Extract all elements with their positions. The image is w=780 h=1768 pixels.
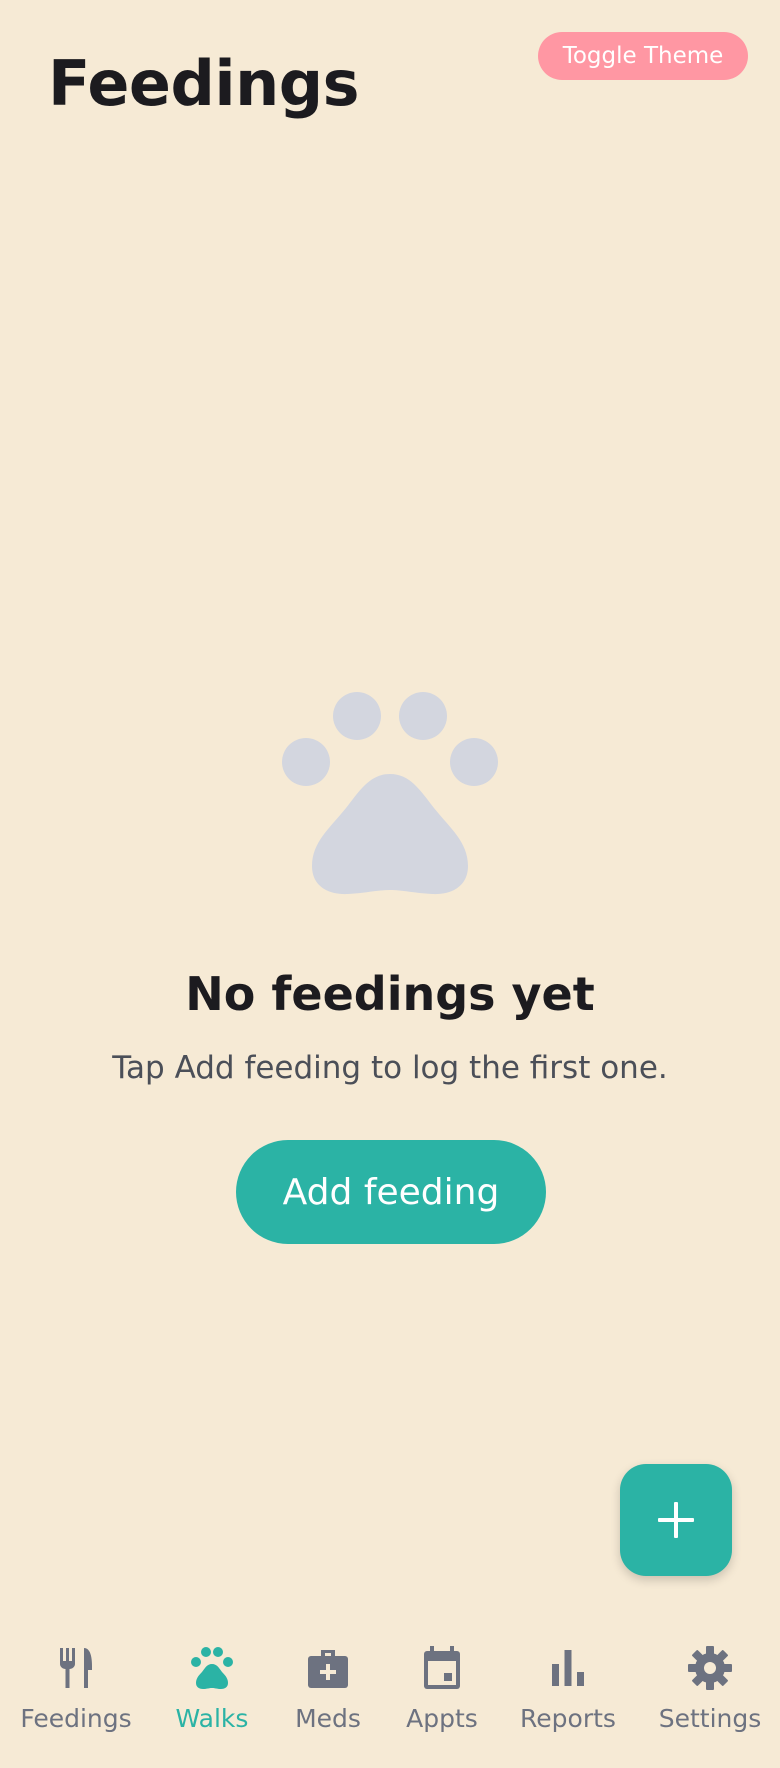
- nav-label-reports: Reports: [520, 1704, 616, 1733]
- nav-label-meds: Meds: [295, 1704, 361, 1733]
- paw-icon: [191, 1647, 233, 1689]
- nav-item-settings[interactable]: Settings: [648, 1624, 772, 1744]
- nav-item-feedings[interactable]: Feedings: [12, 1624, 140, 1744]
- nav-item-appts[interactable]: Appts: [386, 1624, 498, 1744]
- nav-item-meds[interactable]: Meds: [272, 1624, 384, 1744]
- nav-label-appts: Appts: [406, 1704, 478, 1733]
- calendar-icon: [424, 1646, 460, 1689]
- nav-label-settings: Settings: [658, 1704, 762, 1733]
- nav-label-walks: Walks: [175, 1704, 249, 1733]
- nav-item-walks[interactable]: Walks: [148, 1624, 276, 1744]
- empty-state-subtitle: Tap Add feeding to log the first one.: [112, 1050, 668, 1086]
- add-fab-button[interactable]: [620, 1464, 732, 1576]
- bar-chart-icon: [552, 1650, 584, 1686]
- nav-label-feedings: Feedings: [20, 1704, 132, 1733]
- fork-knife-icon: [60, 1648, 92, 1688]
- empty-state-title: No feedings yet: [185, 967, 595, 1021]
- bottom-navigation: Feedings Walks Meds Appts Reports Settin…: [0, 1624, 780, 1768]
- paw-icon: [282, 692, 498, 895]
- plus-icon: [658, 1502, 694, 1538]
- nav-item-reports[interactable]: Reports: [506, 1624, 630, 1744]
- page-title: Feedings: [48, 47, 360, 120]
- empty-state: [0, 690, 780, 900]
- add-feeding-button[interactable]: Add feeding: [236, 1140, 546, 1244]
- medical-kit-icon: [308, 1650, 348, 1688]
- toggle-theme-button[interactable]: Toggle Theme: [538, 32, 748, 80]
- gear-icon: [688, 1646, 732, 1690]
